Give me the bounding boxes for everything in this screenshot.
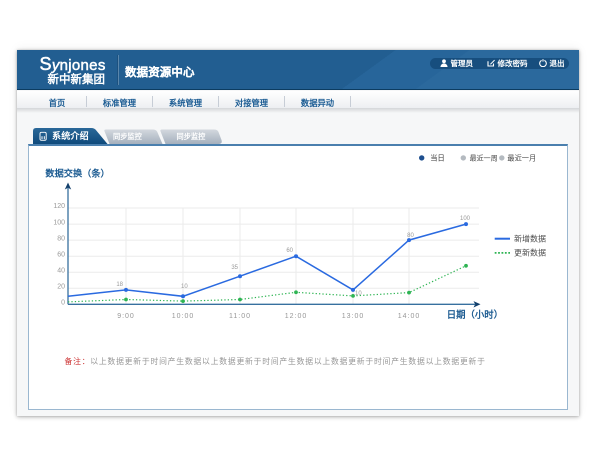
svg-text:10: 10 — [181, 284, 188, 290]
svg-text:11:00: 11:00 — [229, 313, 251, 320]
svg-text:10:00: 10:00 — [172, 313, 195, 320]
svg-text:20: 20 — [57, 284, 65, 291]
svg-text:更新数据: 更新数据 — [514, 248, 546, 258]
svg-text:80: 80 — [407, 233, 414, 239]
svg-text:18: 18 — [116, 282, 123, 288]
svg-text:10: 10 — [355, 291, 362, 297]
svg-text:100: 100 — [460, 216, 471, 222]
svg-text:60: 60 — [286, 248, 293, 254]
svg-text:14:00: 14:00 — [398, 313, 421, 320]
svg-text:9:00: 9:00 — [117, 313, 135, 320]
svg-text:35: 35 — [231, 265, 238, 271]
svg-text:新增数据: 新增数据 — [514, 234, 546, 244]
svg-text:60: 60 — [57, 251, 65, 258]
svg-text:120: 120 — [53, 203, 65, 210]
svg-text:数据交换（条）: 数据交换（条） — [44, 167, 109, 178]
svg-text:0: 0 — [61, 300, 65, 307]
svg-text:40: 40 — [57, 267, 65, 274]
svg-text:系统介绍: 系统介绍 — [52, 130, 89, 141]
svg-text:80: 80 — [57, 235, 65, 242]
svg-text:同步监控: 同步监控 — [113, 132, 143, 141]
svg-text:当日: 当日 — [430, 154, 444, 163]
svg-text:100: 100 — [53, 219, 65, 226]
svg-text:12:00: 12:00 — [285, 313, 308, 320]
svg-text:13:00: 13:00 — [342, 313, 365, 320]
svg-text:最近一周: 最近一周 — [470, 154, 498, 163]
svg-text:同步监控: 同步监控 — [177, 132, 207, 141]
svg-text:最近一月: 最近一月 — [507, 154, 536, 163]
svg-text:日期（小时）: 日期（小时） — [447, 309, 503, 320]
